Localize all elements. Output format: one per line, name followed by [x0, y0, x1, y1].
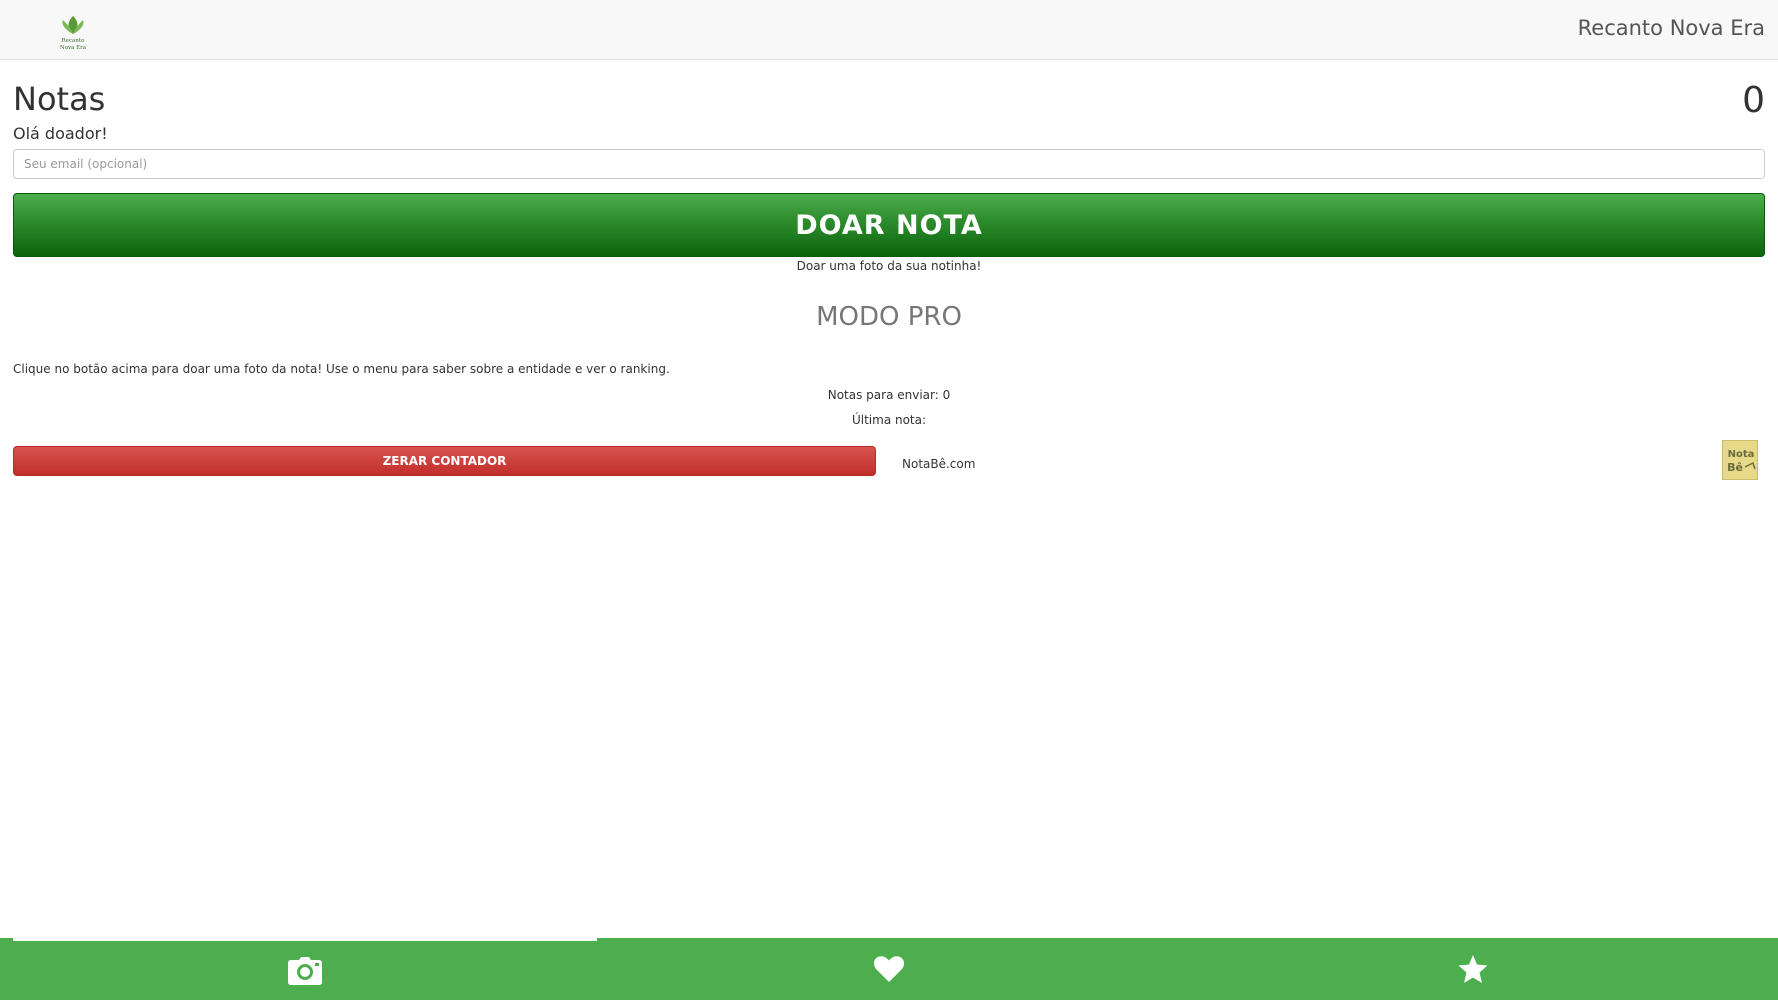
pending-notes-text: Notas para enviar: 0 — [827, 388, 951, 402]
heart-icon — [874, 956, 904, 982]
instructions-text: Clique no botão acima para doar uma foto… — [13, 362, 670, 376]
notes-counter: 0 — [1742, 80, 1765, 121]
star-icon — [1458, 955, 1488, 983]
notabe-logo[interactable]: Nota Bê — [1722, 440, 1758, 480]
reset-counter-button[interactable]: ZERAR CONTADOR — [13, 446, 876, 476]
svg-text:Recanto: Recanto — [62, 38, 86, 44]
email-input[interactable] — [13, 149, 1765, 179]
tab-star[interactable] — [1181, 938, 1765, 1000]
brand-title[interactable]: Recanto Nova Era — [1578, 16, 1765, 40]
greeting-text: Olá doador! — [13, 124, 108, 143]
svg-text:Nota: Nota — [1728, 449, 1755, 460]
pro-mode-title[interactable]: MODO PRO — [0, 302, 1778, 332]
bottom-navigation — [0, 938, 1778, 1000]
svg-text:Nova Era: Nova Era — [60, 45, 87, 51]
donate-note-button[interactable]: DOAR NOTA — [13, 193, 1765, 257]
donate-subtitle: Doar uma foto da sua notinha! — [796, 259, 982, 273]
recanto-logo[interactable]: Recanto Nova Era — [55, 12, 91, 52]
tab-camera[interactable] — [13, 938, 597, 1000]
top-navbar: Recanto Nova Era Recanto Nova Era — [0, 0, 1778, 60]
camera-icon — [288, 956, 322, 985]
tab-heart[interactable] — [597, 938, 1181, 1000]
last-note-text: Última nota: — [851, 413, 927, 427]
svg-text:Bê: Bê — [1727, 461, 1743, 474]
page-title: Notas — [13, 80, 106, 118]
notabe-link[interactable]: NotaBê.com — [902, 457, 975, 471]
